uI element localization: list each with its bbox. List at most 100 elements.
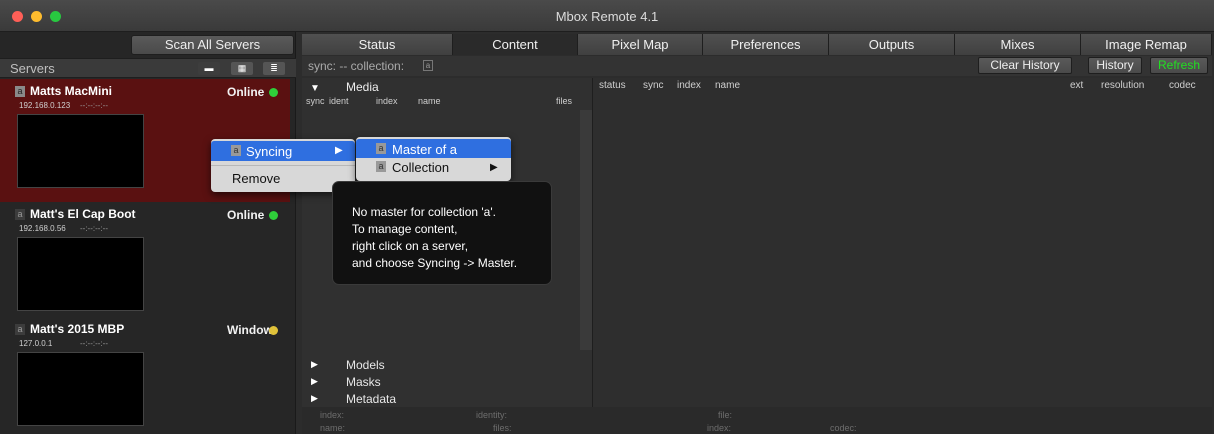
tab-bar: Status Content Pixel Map Preferences Out… xyxy=(302,34,1212,55)
column-index[interactable]: index xyxy=(376,96,398,106)
server-name: Matts MacMini xyxy=(30,84,113,98)
column-index[interactable]: index xyxy=(677,80,701,91)
submenu-arrow-icon: ▶ xyxy=(490,162,498,173)
column-ext[interactable]: ext xyxy=(1070,80,1083,91)
column-resolution[interactable]: resolution xyxy=(1101,80,1144,91)
menu-item-label: Syncing xyxy=(246,144,293,159)
server-badge: a xyxy=(15,324,25,335)
syncing-submenu: a Master of a a Collection ▶ xyxy=(356,137,511,181)
column-files[interactable]: files xyxy=(556,96,572,106)
servers-label: Servers xyxy=(10,61,55,76)
menu-item-label: Master of a xyxy=(392,142,458,157)
section-label: Metadata xyxy=(346,392,397,406)
grid-icon[interactable]: ▦ xyxy=(231,62,253,75)
content-table: status sync index name ext resolution co… xyxy=(592,78,1212,407)
info-name: name: xyxy=(320,423,346,433)
section-label: Masks xyxy=(346,375,381,389)
info-files: files: xyxy=(493,423,512,433)
collection-badge[interactable]: a xyxy=(423,60,433,71)
media-title: Media xyxy=(346,80,379,94)
submenu-arrow-icon: ▶ xyxy=(335,145,343,156)
section-masks[interactable]: ▶ Masks xyxy=(302,374,592,391)
server-badge: a xyxy=(15,86,25,97)
info-identity: identity: xyxy=(476,410,508,420)
tab-outputs[interactable]: Outputs xyxy=(829,34,955,55)
tab-mixes[interactable]: Mixes xyxy=(955,34,1081,55)
server-timecode: --:--:--:-- xyxy=(80,339,108,348)
server-name: Matt's El Cap Boot xyxy=(30,207,136,221)
window-title: Mbox Remote 4.1 xyxy=(555,9,659,24)
status-window-icon xyxy=(269,326,278,335)
status-online-icon xyxy=(269,88,278,97)
server-badge: a xyxy=(15,209,25,220)
server-status: Online xyxy=(227,85,265,99)
column-sync[interactable]: sync xyxy=(306,96,325,106)
column-codec[interactable]: codec xyxy=(1169,80,1196,91)
info-index-2: index: xyxy=(707,423,732,433)
info-file: file: xyxy=(718,410,733,420)
tooltip-line: No master for collection 'a'. xyxy=(352,205,496,219)
menu-badge: a xyxy=(376,161,386,172)
tooltip-line: and choose Syncing -> Master. xyxy=(352,256,518,270)
history-button[interactable]: History xyxy=(1088,57,1142,74)
server-name: Matt's 2015 MBP xyxy=(30,322,125,336)
disclosure-open-icon[interactable]: ▼ xyxy=(310,83,320,94)
clear-history-button[interactable]: Clear History xyxy=(978,57,1072,74)
menu-item-label: Collection xyxy=(392,160,450,175)
column-ident[interactable]: ident xyxy=(329,96,349,106)
tab-status[interactable]: Status xyxy=(302,34,453,55)
disclosure-closed-icon[interactable]: ▶ xyxy=(311,359,318,370)
info-index: index: xyxy=(320,410,345,420)
tab-preferences[interactable]: Preferences xyxy=(703,34,829,55)
server-preview xyxy=(17,114,144,188)
column-sync[interactable]: sync xyxy=(643,80,664,91)
server-status: Online xyxy=(227,208,265,222)
sync-bar: sync: -- collection: a Clear History His… xyxy=(302,56,1212,76)
tooltip-line: right click on a server, xyxy=(352,239,469,253)
refresh-button[interactable]: Refresh xyxy=(1150,57,1208,74)
column-name[interactable]: name xyxy=(418,96,441,106)
tab-pixel-map[interactable]: Pixel Map xyxy=(578,34,703,55)
menu-separator xyxy=(211,165,355,166)
servers-header: Servers ▬ ▦ ≣ xyxy=(0,58,296,78)
tab-image-remap[interactable]: Image Remap xyxy=(1081,34,1212,55)
sync-status-text: sync: -- collection: xyxy=(308,59,405,73)
no-master-tooltip: No master for collection 'a'. To manage … xyxy=(332,181,552,285)
server-timecode: --:--:--:-- xyxy=(80,101,108,110)
disclosure-closed-icon[interactable]: ▶ xyxy=(311,376,318,387)
menu-item-master-of-a[interactable]: a Master of a xyxy=(356,139,511,158)
server-preview xyxy=(17,237,144,311)
media-column-headers: sync ident index name files xyxy=(302,94,592,108)
menu-item-remove[interactable]: Remove xyxy=(232,171,280,186)
server-card-matts-2015-mbp[interactable]: a Matt's 2015 MBP 127.0.0.1 --:--:--:-- … xyxy=(0,317,290,434)
server-preview xyxy=(17,352,144,426)
media-scrollbar[interactable] xyxy=(580,110,592,350)
section-label: Models xyxy=(346,358,385,372)
info-codec: codec: xyxy=(830,423,857,433)
status-online-icon xyxy=(269,211,278,220)
tab-content[interactable]: Content xyxy=(453,34,578,55)
menu-badge: a xyxy=(376,143,386,154)
title-bar: Mbox Remote 4.1 xyxy=(0,0,1214,32)
list-compact-icon[interactable]: ▬ xyxy=(198,62,220,75)
tooltip-line: To manage content, xyxy=(352,222,458,236)
media-header[interactable]: ▼ Media xyxy=(302,80,592,94)
scan-all-servers-button[interactable]: Scan All Servers xyxy=(131,35,294,55)
section-models[interactable]: ▶ Models xyxy=(302,357,592,374)
server-status: Window xyxy=(227,323,273,337)
media-info-bar: index: identity: file: name: files: inde… xyxy=(302,407,1212,434)
servers-panel: Scan All Servers Servers ▬ ▦ ≣ a Matts M… xyxy=(0,32,296,434)
server-timecode: --:--:--:-- xyxy=(80,224,108,233)
server-ip: 192.168.0.123 xyxy=(19,101,71,110)
menu-badge: a xyxy=(231,145,241,156)
column-status[interactable]: status xyxy=(599,80,626,91)
column-name[interactable]: name xyxy=(715,80,740,91)
server-ip: 127.0.0.1 xyxy=(19,339,53,348)
section-metadata[interactable]: ▶ Metadata xyxy=(302,391,592,408)
list-icon[interactable]: ≣ xyxy=(263,62,285,75)
menu-item-collection[interactable]: a Collection ▶ xyxy=(356,158,511,178)
server-card-matts-el-cap-boot[interactable]: a Matt's El Cap Boot 192.168.0.56 --:--:… xyxy=(0,202,290,325)
disclosure-closed-icon[interactable]: ▶ xyxy=(311,393,318,404)
server-ip: 192.168.0.56 xyxy=(19,224,66,233)
menu-item-syncing[interactable]: a Syncing ▶ xyxy=(211,141,355,161)
